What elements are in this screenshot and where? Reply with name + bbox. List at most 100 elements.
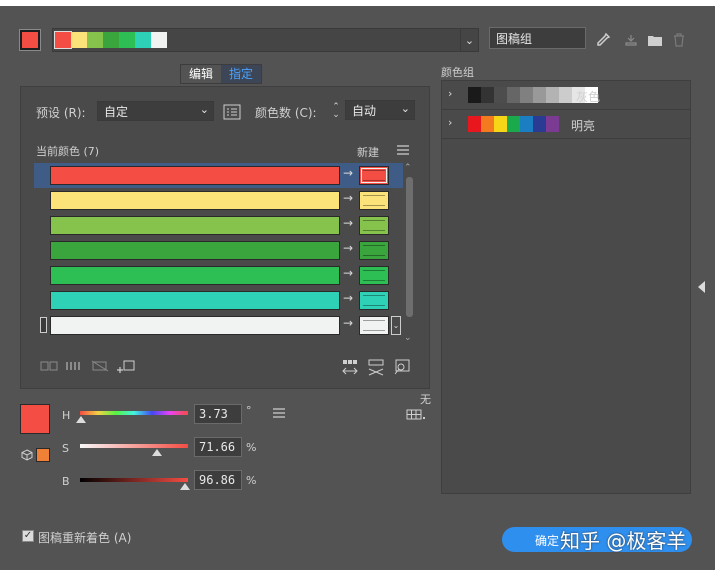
harmony-color-swatch[interactable] xyxy=(54,31,72,49)
scroll-up-icon[interactable]: ⌃ xyxy=(404,163,412,173)
harmony-colors-bar[interactable]: ⌄ xyxy=(52,28,479,52)
color-row[interactable]: → ⌄ xyxy=(34,313,403,338)
assign-arrow-icon[interactable]: → xyxy=(343,291,353,305)
current-color-bar[interactable] xyxy=(50,266,340,285)
new-color-swatch[interactable] xyxy=(359,266,389,285)
group-color-swatch[interactable] xyxy=(520,87,533,103)
current-color-bar[interactable] xyxy=(50,241,340,260)
new-color-swatch[interactable] xyxy=(359,241,389,260)
hue-slider-knob[interactable] xyxy=(76,416,87,423)
brightness-slider-track[interactable] xyxy=(80,478,188,482)
merge-colors-icon[interactable] xyxy=(40,360,58,375)
randomly-change-saturation-icon[interactable] xyxy=(367,358,385,379)
assign-arrow-icon[interactable]: → xyxy=(343,316,353,330)
color-library-icon[interactable] xyxy=(405,408,427,422)
saturation-slider-knob[interactable] xyxy=(152,449,163,456)
new-color-swatch[interactable] xyxy=(359,316,389,335)
group-color-swatch[interactable] xyxy=(494,87,507,103)
group-color-swatch[interactable] xyxy=(559,87,572,103)
out-of-gamut-cube-icon[interactable] xyxy=(20,448,34,462)
assign-arrow-icon[interactable]: → xyxy=(343,266,353,280)
harmony-color-swatch[interactable] xyxy=(87,32,103,48)
hue-input[interactable]: 3.73 xyxy=(194,404,242,424)
artwork-group-name-field[interactable]: 图稿组 xyxy=(489,27,586,49)
list-scrollbar-thumb[interactable] xyxy=(406,177,413,317)
eyedropper-icon[interactable] xyxy=(594,31,612,49)
assign-arrow-icon[interactable]: → xyxy=(343,166,353,180)
color-row[interactable]: → xyxy=(34,213,403,238)
selected-color-swatch[interactable] xyxy=(20,404,50,434)
tab-assign[interactable]: 指定 xyxy=(221,65,262,83)
expand-chevron-icon[interactable]: › xyxy=(448,116,452,129)
recolor-artwork-checkbox[interactable]: ✓ xyxy=(22,530,34,542)
group-color-swatch[interactable] xyxy=(520,116,533,132)
color-group-bright[interactable]: › 明亮 xyxy=(442,110,690,139)
group-color-swatch[interactable] xyxy=(546,116,559,132)
chevron-down-icon[interactable]: ⌄ xyxy=(460,29,478,51)
color-row[interactable]: → xyxy=(34,188,403,213)
harmony-color-swatch[interactable] xyxy=(151,32,167,48)
find-color-in-artwork-icon[interactable] xyxy=(393,358,411,379)
group-color-swatch[interactable] xyxy=(533,87,546,103)
harmony-color-swatch[interactable] xyxy=(119,32,135,48)
current-color-bar[interactable] xyxy=(50,291,340,310)
group-color-swatch[interactable] xyxy=(507,87,520,103)
brightness-slider-knob[interactable] xyxy=(179,483,190,490)
preserve-color-icon[interactable] xyxy=(40,317,47,333)
color-row[interactable]: → xyxy=(34,263,403,288)
color-row[interactable]: → xyxy=(34,288,403,313)
color-count-select[interactable]: 自动 ⌄ xyxy=(345,100,415,120)
group-color-swatch[interactable] xyxy=(533,116,546,132)
hue-slider-track[interactable] xyxy=(80,411,188,415)
assign-arrow-icon[interactable]: → xyxy=(343,216,353,230)
group-color-swatch[interactable] xyxy=(507,116,520,132)
assign-arrow-icon[interactable]: → xyxy=(343,191,353,205)
current-color-swatch[interactable] xyxy=(19,29,41,51)
group-color-swatch[interactable] xyxy=(481,87,494,103)
color-row[interactable]: → xyxy=(34,163,403,188)
save-group-icon[interactable] xyxy=(622,31,640,49)
color-count-stepper[interactable]: ⌃ ⌄ xyxy=(330,101,342,121)
slider-menu-icon[interactable] xyxy=(272,407,286,419)
harmony-color-swatch[interactable] xyxy=(103,32,119,48)
group-color-swatch[interactable] xyxy=(468,116,481,132)
current-color-bar[interactable] xyxy=(50,166,340,185)
collapse-panel-icon[interactable] xyxy=(698,281,705,293)
new-color-swatch[interactable] xyxy=(359,166,389,185)
in-gamut-color-swatch[interactable] xyxy=(36,448,50,462)
saturation-input[interactable]: 71.66 xyxy=(194,437,242,457)
color-group-name: 灰色 xyxy=(576,90,601,104)
harmony-color-swatch[interactable] xyxy=(135,32,151,48)
current-color-bar[interactable] xyxy=(50,191,340,210)
folder-icon[interactable] xyxy=(646,31,664,49)
trash-icon[interactable] xyxy=(670,31,688,49)
chevron-down-icon[interactable]: ⌄ xyxy=(391,316,401,335)
preset-select[interactable]: 自定 ⌄ xyxy=(97,101,214,121)
group-color-swatch[interactable] xyxy=(481,116,494,132)
exclude-colors-icon[interactable] xyxy=(91,360,109,375)
saturation-unit: % xyxy=(246,441,257,454)
color-group-gray[interactable]: › 灰色 xyxy=(442,81,690,110)
brightness-input[interactable]: 96.86 xyxy=(194,470,242,490)
tab-edit[interactable]: 编辑 xyxy=(181,65,222,83)
current-color-bar[interactable] xyxy=(50,216,340,235)
new-color-swatch[interactable] xyxy=(359,216,389,235)
scroll-down-icon[interactable]: ⌄ xyxy=(404,333,412,343)
expand-chevron-icon[interactable]: › xyxy=(448,87,452,100)
harmony-color-swatch[interactable] xyxy=(71,32,87,48)
new-color-swatch[interactable] xyxy=(359,291,389,310)
group-color-swatch[interactable] xyxy=(494,116,507,132)
assign-arrow-icon[interactable]: → xyxy=(343,241,353,255)
current-color-bar[interactable] xyxy=(50,316,340,335)
randomly-change-order-icon[interactable] xyxy=(341,358,359,379)
color-reduction-options-icon[interactable] xyxy=(222,103,242,121)
new-color-swatch[interactable] xyxy=(359,191,389,210)
saturation-slider-track[interactable] xyxy=(80,444,188,448)
group-color-swatch[interactable] xyxy=(468,87,481,103)
list-menu-icon[interactable] xyxy=(396,144,410,156)
group-color-swatch[interactable] xyxy=(546,87,559,103)
color-assignment-list: → → → → → → → ⌄ xyxy=(34,163,403,338)
color-row[interactable]: → xyxy=(34,238,403,263)
separate-colors-icon[interactable] xyxy=(65,360,83,375)
new-row-icon[interactable] xyxy=(116,358,136,377)
